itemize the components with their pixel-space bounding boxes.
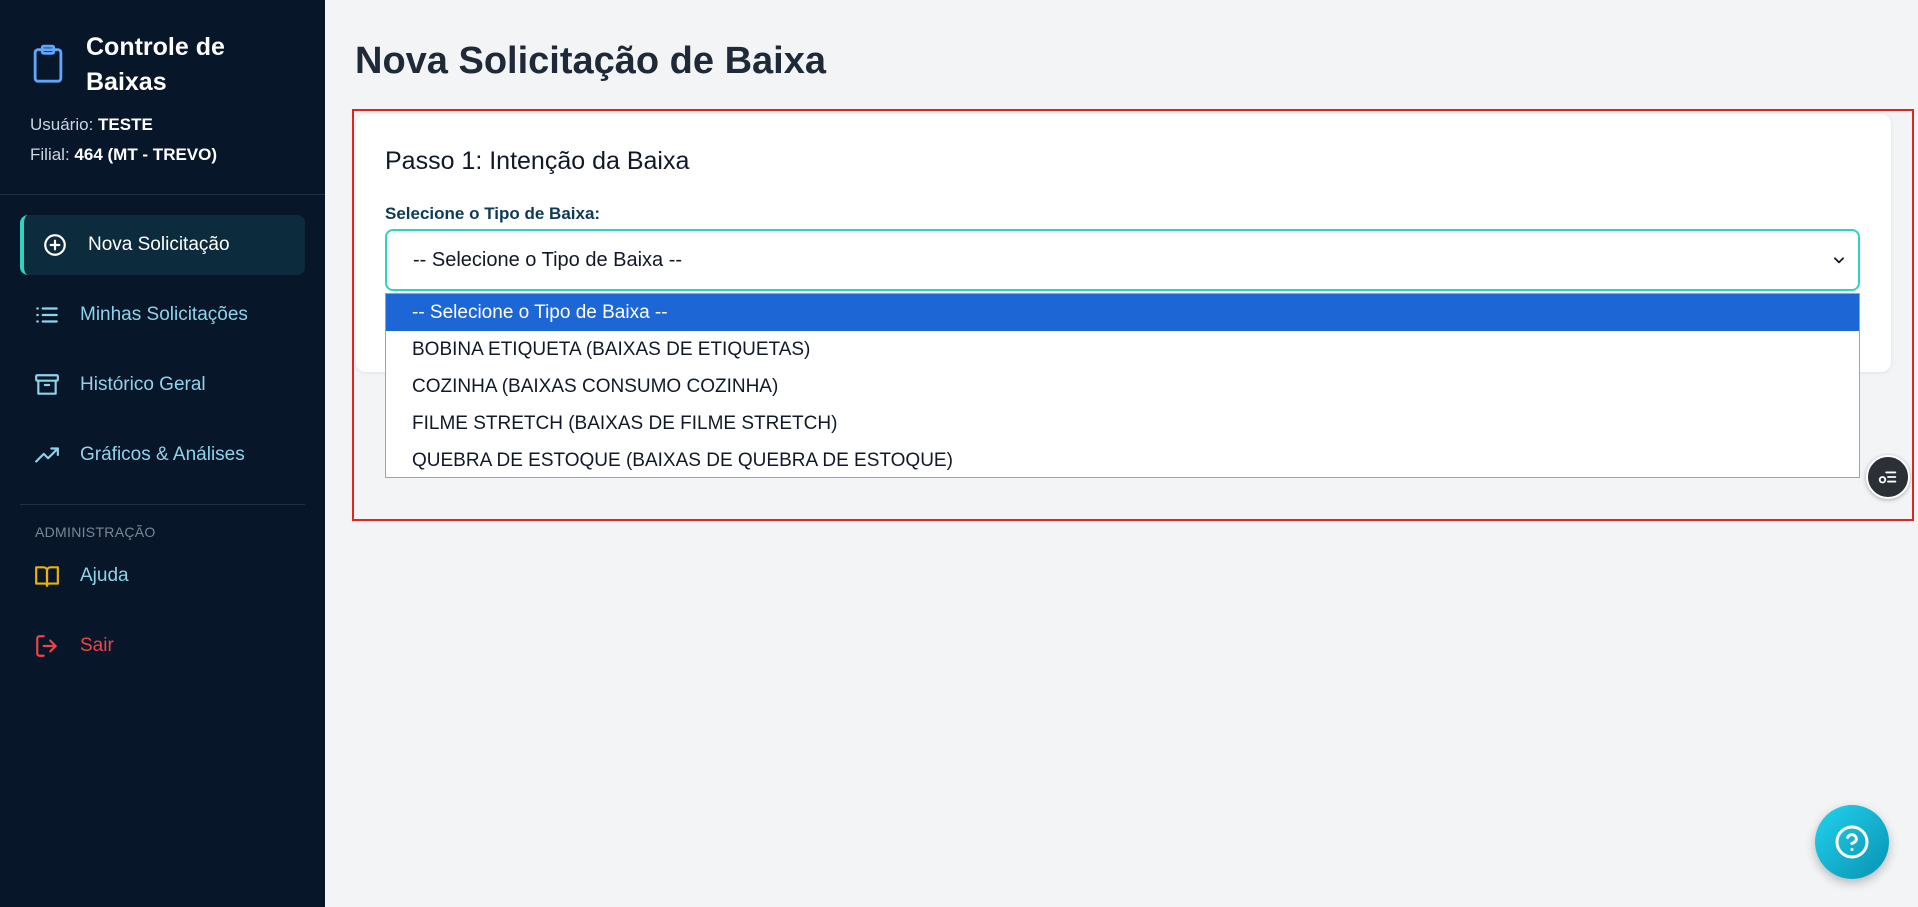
dropdown-option[interactable]: COZINHA (BAIXAS CONSUMO COZINHA)	[386, 368, 1859, 405]
tipo-baixa-dropdown: -- Selecione o Tipo de Baixa -- BOBINA E…	[385, 293, 1860, 478]
sidebar-divider	[20, 504, 305, 505]
user-name: TESTE	[98, 115, 153, 134]
logout-icon	[36, 635, 57, 657]
select-label: Selecione o Tipo de Baixa:	[385, 204, 601, 223]
plus-circle-icon	[44, 234, 66, 256]
sidebar-item-label: Ajuda	[80, 565, 129, 586]
sidebar-item-label: Nova Solicitação	[88, 234, 230, 255]
sidebar-item-label: Minhas Solicitações	[80, 304, 248, 325]
dropdown-option[interactable]: FILME STRETCH (BAIXAS DE FILME STRETCH)	[386, 405, 1859, 442]
sidebar-item-nova-solicitacao[interactable]: Nova Solicitação	[20, 215, 305, 275]
user-info: Usuário: TESTE Filial: 464 (MT - TREVO)	[30, 110, 217, 170]
step-title: Passo 1: Intenção da Baixa	[385, 147, 690, 175]
sidebar-item-ajuda[interactable]: Ajuda	[20, 546, 305, 606]
side-widget-button[interactable]	[1866, 455, 1910, 499]
sidebar-divider	[0, 194, 325, 195]
list-icon	[36, 307, 58, 323]
select-value: -- Selecione o Tipo de Baixa --	[413, 248, 683, 271]
sidebar: Controle de Baixas Usuário: TESTE Filial…	[0, 0, 325, 907]
sidebar-item-graficos-analises[interactable]: Gráficos & Análises	[20, 425, 305, 485]
branch-name: 464 (MT - TREVO)	[74, 145, 218, 164]
admin-section-label: ADMINISTRAÇÃO	[35, 524, 156, 540]
trending-up-icon	[35, 447, 59, 463]
sidebar-item-label: Gráficos & Análises	[80, 444, 245, 465]
sidebar-item-historico-geral[interactable]: Histórico Geral	[20, 355, 305, 415]
chevron-down-icon	[1834, 257, 1844, 264]
app-title: Controle de Baixas	[86, 33, 225, 96]
page-title: Nova Solicitação de Baixa	[355, 40, 826, 82]
sidebar-item-sair[interactable]: Sair	[20, 616, 305, 676]
tasks-icon	[1878, 471, 1897, 484]
clipboard-icon	[33, 44, 63, 83]
dropdown-option[interactable]: -- Selecione o Tipo de Baixa --	[386, 294, 1859, 331]
dropdown-option[interactable]: BOBINA ETIQUETA (BAIXAS DE ETIQUETAS)	[386, 331, 1859, 368]
user-line: Usuário: TESTE	[30, 115, 153, 134]
help-button[interactable]	[1815, 805, 1889, 879]
sidebar-item-label: Histórico Geral	[80, 374, 206, 395]
tipo-baixa-select[interactable]: -- Selecione o Tipo de Baixa --	[385, 229, 1860, 291]
dropdown-option[interactable]: QUEBRA DE ESTOQUE (BAIXAS DE QUEBRA DE E…	[386, 442, 1859, 477]
archive-icon	[35, 374, 59, 395]
question-circle-icon	[1835, 825, 1869, 859]
sidebar-item-minhas-solicitacoes[interactable]: Minhas Solicitações	[20, 285, 305, 345]
brand: Controle de Baixas	[30, 30, 246, 100]
branch-line: Filial: 464 (MT - TREVO)	[30, 145, 218, 164]
sidebar-item-label: Sair	[80, 635, 114, 656]
book-icon	[35, 566, 59, 587]
